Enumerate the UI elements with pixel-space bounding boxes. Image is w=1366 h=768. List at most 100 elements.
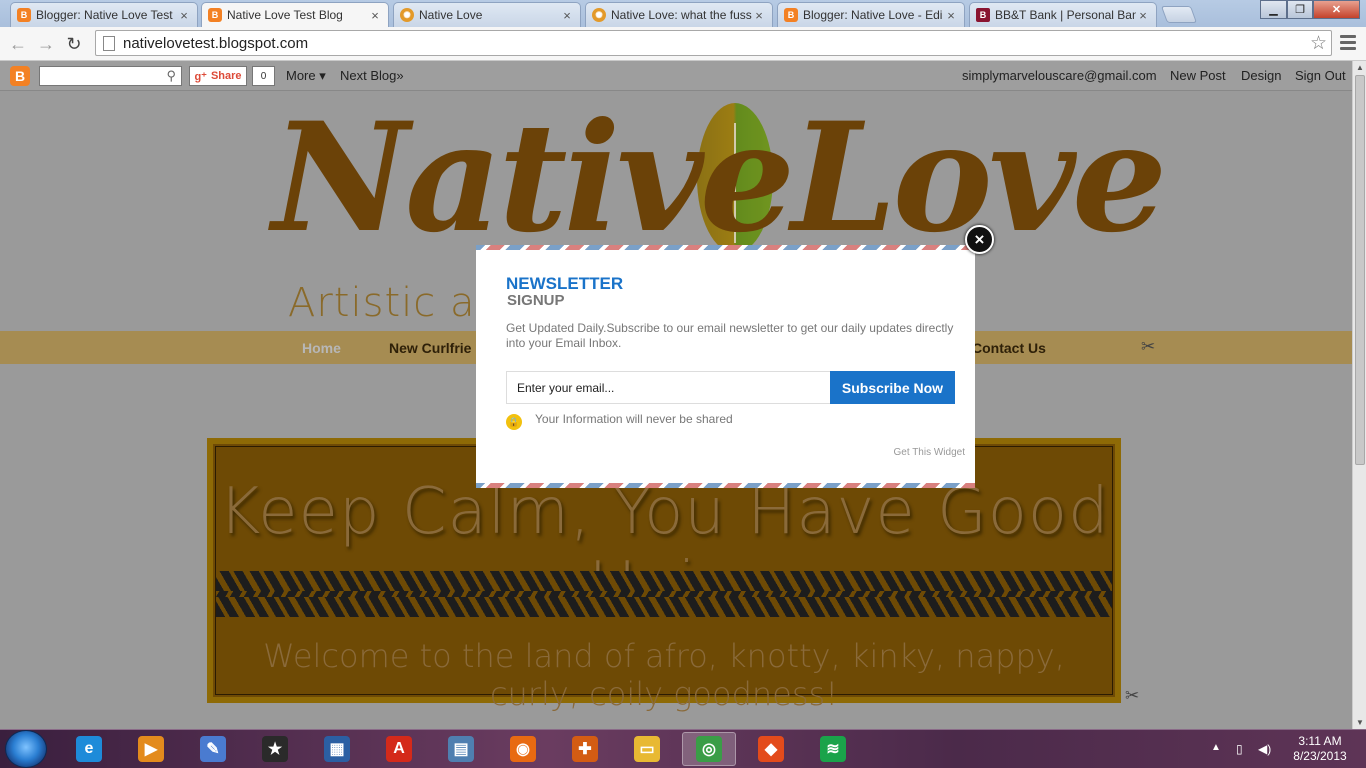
- email-field[interactable]: [506, 371, 831, 404]
- tab-label: Native Love: [419, 8, 483, 22]
- taskbar-item[interactable]: ◆: [744, 732, 798, 766]
- design-link[interactable]: Design: [1241, 68, 1281, 83]
- taskbar-item[interactable]: ✚: [558, 732, 612, 766]
- close-tab-icon[interactable]: ×: [944, 8, 958, 23]
- taskbar-item[interactable]: ◎: [682, 732, 736, 766]
- taskbar-item[interactable]: ▭: [620, 732, 674, 766]
- airmail-border-top: [476, 245, 975, 250]
- acrobat-icon: A: [386, 736, 412, 762]
- banner-subtitle: Welcome to the land of afro, knotty, kin…: [263, 637, 1065, 713]
- google-plus-share-button[interactable]: g⁺ Share: [189, 66, 247, 86]
- edit-banner-tools-icon[interactable]: ✂: [1125, 686, 1139, 706]
- blog-logo-title[interactable]: NativeLove: [272, 103, 1167, 253]
- tab-native-love-what-the-fuss[interactable]: ✺ Native Love: what the fuss ×: [585, 2, 773, 27]
- newsletter-title: NEWSLETTER: [506, 274, 624, 293]
- tab-bbt-bank[interactable]: B BB&T Bank | Personal Ban ×: [969, 2, 1157, 27]
- taskbar-item[interactable]: e: [62, 732, 116, 766]
- next-blog-link[interactable]: Next Blog»: [340, 68, 404, 83]
- close-window-button[interactable]: ✕: [1313, 0, 1360, 19]
- tray-expand-icon[interactable]: ▲: [1211, 742, 1221, 753]
- blogger-logo-icon[interactable]: B: [10, 66, 30, 86]
- tab-blogger-native-love-test[interactable]: B Blogger: Native Love Test ×: [10, 2, 198, 27]
- taskbar-item[interactable]: ★: [248, 732, 302, 766]
- paint-icon: ✎: [200, 736, 226, 762]
- tab-native-love-test-blog[interactable]: B Native Love Test Blog ×: [201, 2, 389, 27]
- new-post-link[interactable]: New Post: [1170, 68, 1226, 83]
- close-tab-icon[interactable]: ×: [1136, 8, 1150, 23]
- system-clock[interactable]: 3:11 AM 8/23/2013: [1285, 734, 1355, 764]
- tab-label: Blogger: Native Love - Edi: [803, 8, 943, 22]
- blog-search-input[interactable]: ⚲: [39, 66, 182, 86]
- scroll-down-arrow-icon[interactable]: ▼: [1355, 718, 1365, 727]
- clock-date: 8/23/2013: [1293, 749, 1347, 763]
- taskbar-item[interactable]: ✎: [186, 732, 240, 766]
- explorer-folder-icon: ▭: [634, 736, 660, 762]
- browser-toolbar: ← → ↻ nativelovetest.blogspot.com ☆: [0, 27, 1366, 61]
- volume-icon[interactable]: ◀): [1258, 742, 1271, 756]
- tab-label: Native Love: what the fuss: [611, 8, 752, 22]
- tab-label: Native Love Test Blog: [227, 8, 343, 22]
- close-tab-icon[interactable]: ×: [177, 8, 191, 23]
- windows-taskbar: e ▶ ✎ ★ ▦ A ▤ ◉ ✚ ▭ ◎ ◆ ≋ ▲ ▯ ◀) 3:11 AM 8/23/2013: [0, 729, 1366, 768]
- tab-blogger-native-love-edit[interactable]: B Blogger: Native Love - Edi ×: [777, 2, 965, 27]
- firefox-icon: ◉: [510, 736, 536, 762]
- edit-widget-tools-icon[interactable]: ✂: [1141, 337, 1155, 357]
- search-icon[interactable]: ⚲: [166, 68, 176, 84]
- subscribe-button[interactable]: Subscribe Now: [830, 371, 955, 404]
- get-widget-link[interactable]: Get This Widget: [893, 447, 965, 458]
- new-tab-button[interactable]: [1160, 6, 1198, 23]
- taskbar-item[interactable]: A: [372, 732, 426, 766]
- taskbar-item[interactable]: ≋: [806, 732, 860, 766]
- minimize-window-button[interactable]: ▁: [1260, 0, 1287, 19]
- close-tab-icon[interactable]: ×: [368, 8, 382, 23]
- menu-item-new-curlfriends[interactable]: New Curlfrie: [389, 340, 471, 356]
- scrollbar-thumb[interactable]: [1355, 75, 1365, 465]
- bank-icon: B: [976, 8, 990, 22]
- back-button[interactable]: ←: [7, 33, 29, 55]
- menu-item-contact-us[interactable]: Contact Us: [972, 340, 1046, 356]
- share-count: 0: [252, 66, 275, 86]
- chrome-icon: ◎: [696, 736, 722, 762]
- braid-divider: [216, 571, 1112, 617]
- clock-time: 3:11 AM: [1298, 734, 1342, 748]
- spotify-icon: ≋: [820, 736, 846, 762]
- address-bar[interactable]: nativelovetest.blogspot.com ☆: [95, 30, 1332, 56]
- blogger-icon: B: [784, 8, 798, 22]
- more-menu[interactable]: More ▾: [286, 68, 326, 84]
- reload-button[interactable]: ↻: [63, 33, 85, 55]
- taskbar-item[interactable]: ▶: [124, 732, 178, 766]
- taskbar-item[interactable]: ◉: [496, 732, 550, 766]
- tab-label: BB&T Bank | Personal Ban: [995, 8, 1136, 22]
- menu-item-home[interactable]: Home: [302, 340, 341, 356]
- share-label: Share: [210, 70, 242, 82]
- close-tab-icon[interactable]: ×: [752, 8, 766, 23]
- film-icon: ▦: [324, 736, 350, 762]
- bookmark-star-icon[interactable]: ☆: [1310, 32, 1327, 55]
- media-player-icon: ▶: [138, 736, 164, 762]
- close-tab-icon[interactable]: ×: [560, 8, 574, 23]
- privacy-note: Your Information will never be shared: [535, 412, 733, 426]
- office-icon: ◆: [758, 736, 784, 762]
- sun-icon: ✺: [400, 8, 414, 22]
- page-icon: [103, 35, 115, 51]
- taskbar-item[interactable]: ▤: [434, 732, 488, 766]
- taskbar-item[interactable]: ▦: [310, 732, 364, 766]
- sun-icon: ✺: [592, 8, 606, 22]
- sign-out-link[interactable]: Sign Out: [1295, 68, 1346, 83]
- close-popup-button[interactable]: ×: [965, 225, 994, 254]
- toolbox-icon: ✚: [572, 736, 598, 762]
- newsletter-description: Get Updated Daily.Subscribe to our email…: [506, 321, 954, 350]
- account-email[interactable]: simplymarvelouscare@gmail.com: [962, 68, 1157, 83]
- chrome-menu-icon[interactable]: [1340, 35, 1356, 53]
- battery-icon[interactable]: ▯: [1236, 742, 1243, 756]
- page-scrollbar[interactable]: ▲ ▼: [1352, 61, 1366, 729]
- movie-maker-icon: ★: [262, 736, 288, 762]
- url-text[interactable]: nativelovetest.blogspot.com: [123, 35, 308, 52]
- tab-native-love[interactable]: ✺ Native Love ×: [393, 2, 581, 27]
- forward-button[interactable]: →: [35, 33, 57, 55]
- start-button[interactable]: [5, 730, 47, 768]
- newsletter-subtitle: SIGNUP: [507, 292, 565, 309]
- maximize-window-button[interactable]: ❐: [1287, 0, 1313, 19]
- scroll-up-arrow-icon[interactable]: ▲: [1355, 63, 1365, 72]
- airmail-border-bottom: [476, 483, 975, 488]
